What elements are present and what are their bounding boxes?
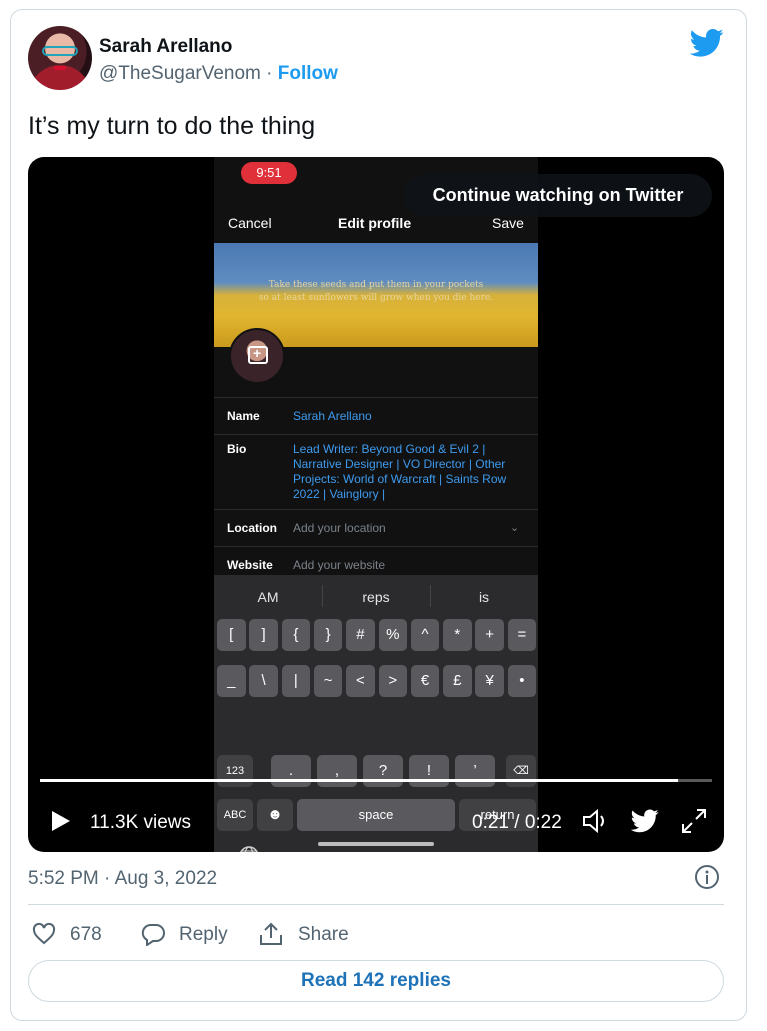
continue-watching-button[interactable]: Continue watching on Twitter: [404, 174, 712, 217]
bio-label: Bio: [227, 442, 247, 456]
location-placeholder: Add your location: [293, 521, 386, 535]
avatar-glasses: [42, 46, 78, 56]
handle-separator: ·: [266, 63, 273, 84]
bio-line: 2022 | Vainglory |: [293, 487, 386, 501]
keyboard-suggestion: is: [478, 589, 490, 605]
video-time: 0:21 / 0:22: [472, 812, 562, 833]
banner-quote: Take these seeds and put them in your po…: [214, 279, 538, 305]
backspace-icon: ⌫: [506, 755, 536, 787]
keyboard-key: #: [346, 619, 375, 651]
bio-line: Lead Writer: Beyond Good & Evil 2 |: [293, 442, 486, 456]
keyboard-key: {: [281, 619, 311, 651]
avatar-lips: [54, 66, 66, 70]
video-progress-fill: [40, 779, 679, 782]
bio-line: Projects: World of Warcraft | Saints Row: [293, 472, 507, 486]
key-123: 123: [217, 755, 253, 787]
keyboard-key: [: [217, 619, 246, 651]
fullscreen-icon[interactable]: [680, 807, 708, 835]
field-divider: [214, 509, 538, 510]
video-progress-bar[interactable]: [40, 779, 712, 782]
keyboard-suggestion: AM: [257, 589, 279, 605]
view-count: 11.3K views: [90, 812, 192, 833]
suggestion-divider: [322, 585, 323, 607]
tweet-timestamp[interactable]: 5:52 PM · Aug 3, 2022: [28, 868, 217, 890]
keyboard-key: !: [409, 755, 449, 787]
keyboard-key: <: [346, 665, 375, 697]
read-replies-button[interactable]: Read 142 replies: [28, 960, 724, 1002]
website-placeholder: Add your website: [293, 558, 386, 572]
keyboard-key: •: [507, 665, 537, 697]
emoji-icon: ☻: [257, 799, 293, 831]
tweet-text: It’s my turn to do the thing: [28, 112, 316, 140]
author-handle[interactable]: @TheSugarVenom: [99, 63, 261, 84]
keyboard-key: >: [378, 665, 407, 697]
name-value: Sarah Arellano: [293, 409, 372, 423]
divider: [28, 904, 724, 905]
save-label: Save: [492, 215, 524, 231]
play-icon[interactable]: [48, 809, 72, 833]
bio-line: Narrative Designer | VO Director | Other: [293, 457, 506, 471]
location-label: Location: [227, 521, 277, 535]
edit-profile-title: Edit profile: [338, 215, 412, 231]
reply-icon: [141, 924, 165, 946]
share-button[interactable]: Share: [258, 922, 358, 948]
video-player[interactable]: 9:51 Cancel Edit profile Save Take these…: [28, 157, 724, 852]
keyboard-key: €: [410, 665, 440, 697]
field-divider: [214, 434, 538, 435]
keyboard-key: %: [378, 619, 407, 651]
status-clock: 9:51: [241, 162, 297, 184]
banner-quote-line-1: Take these seeds and put them in your po…: [268, 280, 484, 290]
name-label: Name: [227, 409, 260, 423]
reply-label: Reply: [179, 924, 228, 945]
keyboard-suggestion: reps: [362, 589, 390, 605]
keyboard-key: .: [271, 755, 311, 787]
chevron-down-icon: ⌄: [510, 522, 520, 534]
bio-value: Lead Writer: Beyond Good & Evil 2 | Narr…: [293, 442, 506, 502]
keyboard-key: }: [313, 619, 343, 651]
avatar[interactable]: [28, 26, 92, 90]
info-icon[interactable]: [694, 864, 720, 890]
home-indicator: [318, 842, 434, 846]
profile-photo: [229, 328, 285, 384]
twitter-bird-icon[interactable]: [631, 809, 659, 833]
keyboard-key: _: [217, 665, 246, 697]
keyboard-key: £: [443, 665, 472, 697]
phone-keyboard: AM reps is []{} #% ^ * + = _ \ | ~ < > € £ ¥ • .,?!’ 1…: [214, 575, 538, 852]
like-button[interactable]: 678: [32, 922, 112, 948]
camera-add-icon: [248, 345, 268, 364]
author-name[interactable]: Sarah Arellano: [99, 36, 232, 58]
share-label: Share: [298, 924, 349, 945]
author-handle-row: @TheSugarVenom · Follow: [99, 63, 338, 85]
reply-button[interactable]: Reply: [140, 922, 240, 948]
twitter-bird-icon[interactable]: [690, 28, 724, 58]
banner-quote-line-2: so at least sunflowers will grow when yo…: [258, 293, 494, 303]
website-label: Website: [227, 558, 273, 572]
phone-screen-recording: 9:51 Cancel Edit profile Save Take these…: [214, 157, 538, 852]
keyboard-key: \: [249, 665, 278, 697]
keyboard-key: ]: [249, 619, 278, 651]
keyboard-key: |: [281, 665, 311, 697]
keyboard-key: ^: [410, 619, 440, 651]
heart-icon: [32, 922, 56, 945]
follow-button[interactable]: Follow: [278, 63, 338, 84]
share-icon: [260, 922, 282, 945]
globe-icon: [240, 846, 258, 852]
field-divider: [214, 397, 538, 398]
cancel-label: Cancel: [228, 215, 272, 231]
key-space: space: [297, 799, 455, 831]
keyboard-key: =: [507, 619, 537, 651]
keyboard-key: ?: [363, 755, 403, 787]
field-divider: [214, 546, 538, 547]
keyboard-key: ~: [313, 665, 343, 697]
volume-icon[interactable]: [581, 807, 611, 835]
key-abc: ABC: [217, 799, 253, 831]
keyboard-key: ’: [455, 755, 495, 787]
keyboard-key: +: [475, 619, 504, 651]
keyboard-key: ,: [317, 755, 357, 787]
suggestion-divider: [430, 585, 431, 607]
keyboard-key: ¥: [475, 665, 504, 697]
keyboard-key: *: [443, 619, 472, 651]
like-count: 678: [70, 924, 102, 945]
